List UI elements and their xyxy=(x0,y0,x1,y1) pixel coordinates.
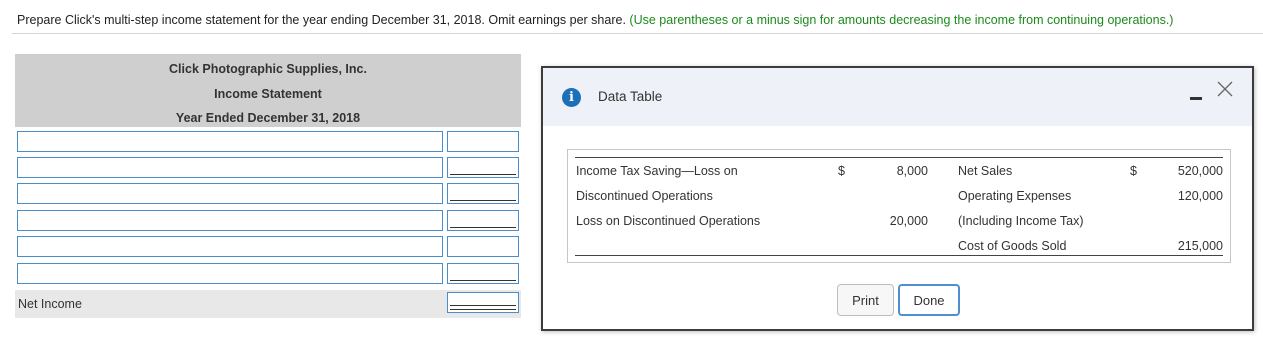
statement-period: Year Ended December 31, 2018 xyxy=(175,111,361,125)
table-cell-amount: 8,000 xyxy=(896,164,928,178)
table-bottom-rule xyxy=(575,255,1223,256)
dialog-titlebar: i Data Table xyxy=(543,68,1252,126)
table-cell-label: Net Sales xyxy=(958,164,1013,178)
table-cell-amount: 120,000 xyxy=(1177,189,1223,203)
statement-row xyxy=(15,155,521,181)
statement-row xyxy=(15,208,521,234)
amount-input[interactable] xyxy=(447,263,519,284)
statement-row xyxy=(15,129,521,155)
minimize-icon[interactable] xyxy=(1190,91,1204,105)
amount-input[interactable] xyxy=(447,236,519,257)
amount-input[interactable] xyxy=(447,210,519,231)
table-cell-label: (Including Income Tax) xyxy=(958,214,1084,228)
table-cell-currency: $ xyxy=(1130,164,1137,178)
label-input[interactable] xyxy=(17,263,443,284)
instruction-text: Prepare Click's multi-step income statem… xyxy=(17,12,1257,28)
table-cell-amount: 20,000 xyxy=(889,214,928,228)
instruction-main: Prepare Click's multi-step income statem… xyxy=(17,13,626,27)
label-input[interactable] xyxy=(17,236,443,257)
amount-input[interactable] xyxy=(447,157,519,178)
info-icon: i xyxy=(562,88,581,107)
amount-input[interactable] xyxy=(447,131,519,152)
table-cell-label: Operating Expenses xyxy=(958,189,1072,203)
table-cell-label: Loss on Discontinued Operations xyxy=(576,214,761,228)
data-table-dialog: i Data Table Income Tax Saving—Loss on $… xyxy=(541,66,1254,331)
amount-input[interactable] xyxy=(447,183,519,204)
label-input[interactable] xyxy=(17,210,443,231)
table-cell-amount: 215,000 xyxy=(1177,239,1223,253)
table-cell-amount: 520,000 xyxy=(1177,164,1223,178)
data-table: Income Tax Saving—Loss on $ 8,000 Net Sa… xyxy=(567,149,1231,263)
table-top-rule xyxy=(575,157,1223,158)
label-input[interactable] xyxy=(17,131,443,152)
close-icon[interactable] xyxy=(1216,80,1234,98)
net-income-row: Net Income xyxy=(15,290,521,318)
done-button[interactable]: Done xyxy=(898,284,960,316)
table-cell-label: Discontinued Operations xyxy=(576,189,713,203)
statement-row xyxy=(15,261,521,287)
divider xyxy=(12,33,1263,34)
statement-row xyxy=(15,181,521,207)
table-cell-label: Cost of Goods Sold xyxy=(958,239,1067,253)
net-income-input[interactable] xyxy=(447,292,519,313)
dialog-title: Data Table xyxy=(598,89,663,104)
statement-company: Click Photographic Supplies, Inc. xyxy=(169,62,367,76)
label-input[interactable] xyxy=(17,157,443,178)
statement-title: Income Statement xyxy=(214,87,322,101)
instruction-hint: (Use parentheses or a minus sign for amo… xyxy=(629,13,1174,27)
table-cell-currency: $ xyxy=(838,164,845,178)
statement-header: Click Photographic Supplies, Inc. Income… xyxy=(15,54,521,127)
table-cell-label: Income Tax Saving—Loss on xyxy=(576,164,738,178)
net-income-label: Net Income xyxy=(18,297,82,311)
statement-row xyxy=(15,234,521,260)
print-button[interactable]: Print xyxy=(837,284,894,316)
label-input[interactable] xyxy=(17,183,443,204)
